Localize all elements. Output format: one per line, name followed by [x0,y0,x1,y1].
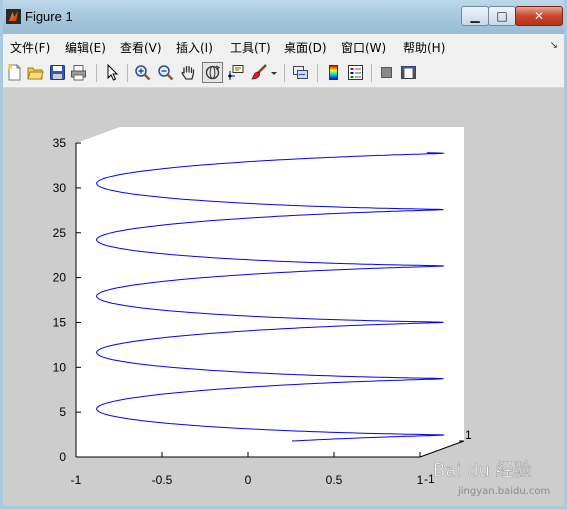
z-tick-label: 5 [59,405,66,419]
toolbar-separator [284,64,285,82]
hide-plot-tools-icon[interactable] [378,64,395,81]
watermark-url: jingyan.baidu.com [457,486,550,497]
minimize-button[interactable]: ▁ [461,6,489,26]
figure-canvas[interactable]: 0 5 10 15 20 25 30 35 -1 -0.5 0 0.5 1 -1 1 Bai du 经验 ji… [3,88,564,506]
dock-arrow-icon[interactable]: ↘ [550,40,558,51]
maximize-button[interactable]: □ [488,6,516,26]
toolbar-separator [96,64,97,82]
link-plot-icon[interactable] [292,64,309,81]
pan-hand-icon[interactable] [180,64,197,81]
z-tick-label: 10 [53,360,67,374]
brush-icon[interactable] [251,64,268,81]
y-tick-label: 1 [465,428,472,442]
brush-menu-icon[interactable] [270,64,278,81]
z-tick-label: 25 [53,226,67,240]
show-plot-tools-icon[interactable] [400,64,417,81]
z-tick-label: 30 [53,181,67,195]
title-bar[interactable]: Figure 1 ▁ □ ✕ [0,0,567,34]
watermark-logo-text: Bai du 经验 [433,460,532,481]
menu-view[interactable]: 查看(V) [120,39,162,56]
zoom-in-icon[interactable] [134,64,151,81]
menu-window[interactable]: 窗口(W) [341,39,386,56]
toolbar-separator [127,64,128,82]
close-button[interactable]: ✕ [515,6,563,26]
open-file-icon[interactable] [27,64,44,81]
x-tick-label: 0.5 [326,473,343,487]
data-cursor-icon[interactable] [227,64,244,81]
menu-tools[interactable]: 工具(T) [230,39,271,56]
legend-icon[interactable] [347,64,364,81]
axes-3d[interactable]: 05101520253035-1 -0.5 0 0.5 1 -11 Bai du 经验ji… [3,88,564,506]
z-tick-label: 15 [53,315,67,329]
z-tick-label: 20 [53,271,67,285]
close-icon: ✕ [533,9,545,23]
menu-edit[interactable]: 编辑(E) [65,39,106,56]
matlab-logo-icon [6,9,21,24]
axes-background [76,127,464,458]
zoom-out-icon[interactable] [157,64,174,81]
x-tick-label: 0 [245,473,252,487]
z-tick-label: 35 [53,136,67,150]
x-tick-label: 1 [417,473,424,487]
menu-desktop[interactable]: 桌面(D) [284,39,327,56]
print-icon[interactable] [70,64,87,81]
save-icon[interactable] [49,64,66,81]
rotate-3d-icon[interactable] [202,62,223,83]
menu-insert[interactable]: 插入(I) [176,39,213,56]
x-tick-label: -1 [71,473,82,487]
menu-bar: 文件(F) 编辑(E) 查看(V) 插入(I) 工具(T) 桌面(D) 窗口(W… [3,34,564,59]
menu-help[interactable]: 帮助(H) [403,39,445,56]
x-tick-label: -0.5 [152,473,173,487]
toolbar-separator [317,64,318,82]
colorbar-icon[interactable] [325,64,342,81]
figure-toolbar [3,59,564,88]
window-title: Figure 1 [25,9,73,24]
new-figure-icon[interactable] [6,64,23,81]
menu-file[interactable]: 文件(F) [10,39,50,56]
z-tick-label: 0 [59,450,66,464]
minimize-icon: ▁ [470,9,480,23]
toolbar-separator [371,64,372,82]
maximize-icon: □ [496,9,508,23]
window-frame-left [0,0,3,509]
select-arrow-icon[interactable] [104,64,121,81]
